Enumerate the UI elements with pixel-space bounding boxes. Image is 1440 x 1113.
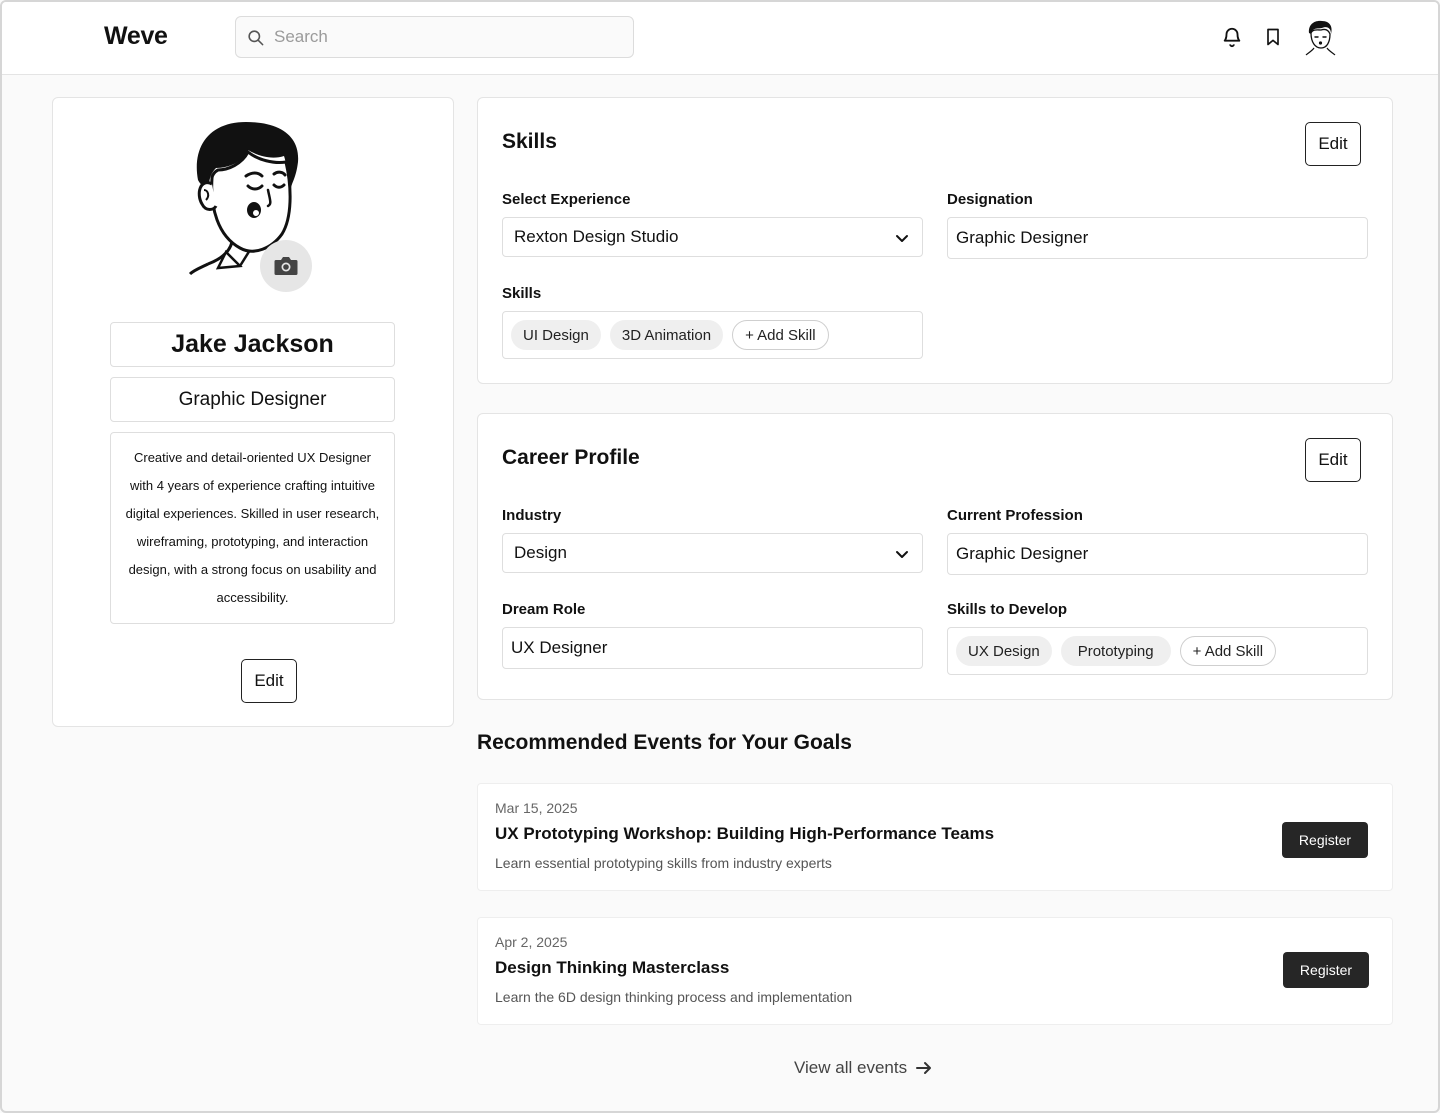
skill-chip-ui-design[interactable]: UI Design — [511, 320, 601, 350]
view-all-label: View all events — [794, 1058, 908, 1077]
edit-profile-button[interactable]: Edit — [241, 659, 297, 703]
industry-select[interactable]: Design — [502, 533, 923, 573]
event-title[interactable]: Design Thinking Masterclass — [495, 958, 729, 978]
skills-title: Skills — [502, 130, 557, 153]
search-input[interactable] — [274, 27, 614, 47]
view-all-events-link[interactable]: View all events — [794, 1058, 933, 1078]
search-bar[interactable] — [235, 16, 634, 58]
event-date: Apr 2, 2025 — [495, 934, 568, 950]
career-profile-card: Career Profile Edit Industry Design Curr… — [477, 413, 1393, 700]
profile-card: Jake Jackson Graphic Designer Creative a… — [52, 97, 454, 727]
designation-label: Designation — [947, 191, 1033, 208]
change-photo-button[interactable] — [260, 240, 312, 292]
experience-select[interactable]: Rexton Design Studio — [502, 217, 923, 257]
brand-logo[interactable]: Weve — [104, 22, 168, 51]
add-skill-button[interactable]: + Add Skill — [732, 320, 829, 350]
edit-career-button[interactable]: Edit — [1305, 438, 1361, 482]
event-title[interactable]: UX Prototyping Workshop: Building High-P… — [495, 824, 994, 844]
profile-bio: Creative and detail-oriented UX Designer… — [110, 432, 395, 624]
designation-field[interactable]: Graphic Designer — [947, 217, 1368, 259]
bell-icon[interactable] — [1219, 24, 1245, 50]
search-icon — [248, 29, 264, 45]
skills-card: Skills Edit Select Experience Rexton Des… — [477, 97, 1393, 384]
event-description: Learn essential prototyping skills from … — [495, 855, 832, 871]
skills-label: Skills — [502, 285, 542, 302]
event-description: Learn the 6D design thinking process and… — [495, 989, 853, 1005]
profile-name: Jake Jackson — [110, 322, 395, 367]
skill-chip-3d-animation[interactable]: 3D Animation — [609, 320, 724, 350]
add-develop-skill-button[interactable]: + Add Skill — [1179, 636, 1277, 666]
chevron-down-icon — [896, 235, 908, 242]
profession-label: Current Profession — [947, 507, 1083, 524]
industry-label: Industry — [502, 507, 562, 524]
bookmark-icon[interactable] — [1260, 24, 1286, 50]
app-window: Weve Search Jake Jackson Graphic Designe… — [0, 0, 1440, 1113]
skills-chip-box: UI Design 3D Animation + Add Skill — [502, 311, 923, 359]
register-button[interactable]: Register — [1283, 952, 1369, 988]
events-section-title: Recommended Events for Your Goals — [477, 731, 852, 754]
experience-label: Select Experience — [502, 191, 631, 208]
chevron-down-icon — [896, 551, 908, 558]
career-title: Career Profile — [502, 446, 640, 469]
arrow-right-icon — [916, 1062, 932, 1074]
user-avatar[interactable] — [1302, 18, 1338, 56]
develop-chip-prototyping[interactable]: Prototyping — [1060, 636, 1171, 666]
designation-value: Graphic Designer — [956, 228, 1089, 247]
develop-chip-ux-design[interactable]: UX Design — [956, 636, 1052, 666]
register-button[interactable]: Register — [1282, 822, 1368, 858]
skills-to-develop-label: Skills to Develop — [947, 601, 1068, 618]
profile-role: Graphic Designer — [110, 377, 395, 422]
camera-icon — [274, 257, 298, 275]
event-card: Apr 2, 2025 Design Thinking Masterclass … — [477, 917, 1393, 1025]
edit-skills-button[interactable]: Edit — [1305, 122, 1361, 166]
top-navigation-bar: Weve — [2, 2, 1438, 75]
experience-value: Rexton Design Studio — [514, 227, 679, 246]
profession-field[interactable]: Graphic Designer — [947, 533, 1368, 575]
dream-role-value: UX Designer — [511, 638, 608, 657]
profession-value: Graphic Designer — [956, 544, 1089, 563]
dream-role-label: Dream Role — [502, 601, 586, 618]
event-card: Mar 15, 2025 UX Prototyping Workshop: Bu… — [477, 783, 1393, 891]
dream-role-field[interactable]: UX Designer — [502, 627, 923, 669]
event-date: Mar 15, 2025 — [495, 800, 578, 816]
industry-value: Design — [514, 543, 567, 562]
develop-chip-box: UX Design Prototyping + Add Skill — [947, 627, 1368, 675]
